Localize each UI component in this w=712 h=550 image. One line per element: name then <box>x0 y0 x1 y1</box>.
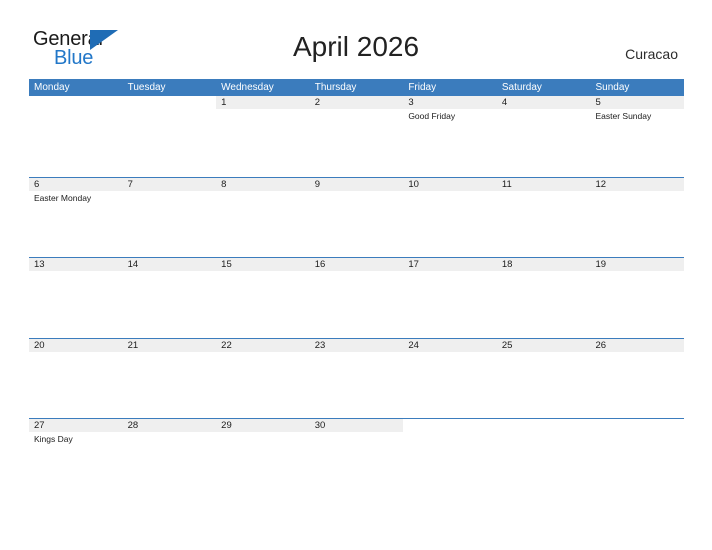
calendar-day-cell[interactable]: 9 <box>309 177 404 258</box>
country-label: Curacao <box>625 46 678 62</box>
calendar-day-cell[interactable]: 18 <box>496 258 591 338</box>
holiday-label: Easter Sunday <box>595 111 652 121</box>
day-number: 29 <box>221 420 232 432</box>
day-number: 21 <box>127 339 139 351</box>
day-number: 18 <box>501 259 513 271</box>
day-number: 1 <box>221 97 227 108</box>
day-number: 9 <box>314 178 321 190</box>
day-number: 2 <box>314 97 321 108</box>
calendar-day-cell[interactable]: 8 <box>216 177 310 258</box>
calendar-day-cell[interactable]: 15 <box>216 258 310 338</box>
calendar-day-cell[interactable]: 16 <box>309 258 404 338</box>
calendar-day-cell[interactable]: 21 <box>122 338 217 419</box>
weekday-header-row: Monday Tuesday Wednesday Thursday Friday… <box>29 79 684 96</box>
calendar-week-row: 13 14 15 16 17 18 19 <box>29 257 685 338</box>
calendar-week-row: 20 21 22 23 24 25 26 <box>29 337 685 419</box>
calendar-day-cell-empty <box>29 96 123 177</box>
calendar-day-cell[interactable]: 2 <box>309 96 404 177</box>
calendar-day-cell[interactable]: 23 <box>309 338 404 419</box>
day-number: 19 <box>595 259 607 271</box>
calendar-day-cell-empty <box>590 419 685 499</box>
day-number: 4 <box>501 97 508 108</box>
calendar-week-row: 6 Easter Monday 7 8 9 10 11 12 <box>29 176 685 258</box>
day-number: 13 <box>34 259 45 271</box>
day-number: 26 <box>595 339 607 351</box>
weekday-header-wednesday: Wednesday <box>221 82 274 93</box>
day-number: 27 <box>34 420 45 432</box>
calendar-day-cell[interactable]: 26 <box>590 338 685 419</box>
page-title: April 2026 <box>292 31 420 62</box>
day-number: 3 <box>408 97 414 108</box>
calendar-day-cell[interactable]: 25 <box>496 338 591 419</box>
weekday-header-tuesday: Tuesday <box>127 82 166 93</box>
day-number: 23 <box>314 339 326 351</box>
calendar-day-cell[interactable]: 14 <box>122 258 217 338</box>
calendar-day-cell[interactable]: 17 <box>403 258 497 338</box>
day-number: 6 <box>34 178 40 190</box>
calendar-day-cell[interactable]: 20 <box>29 338 123 419</box>
calendar-week-row: 27 Kings Day 28 29 30 <box>29 418 685 499</box>
calendar-day-cell[interactable]: 22 <box>216 338 310 419</box>
calendar-day-cell[interactable]: 29 <box>216 419 310 499</box>
day-number: 11 <box>501 178 512 190</box>
holiday-label: Good Friday <box>408 111 456 121</box>
calendar-day-cell[interactable]: 11 <box>496 177 591 258</box>
day-number: 30 <box>314 420 326 432</box>
calendar-day-cell[interactable]: 24 <box>403 338 497 419</box>
calendar-day-cell[interactable]: 7 <box>122 177 217 258</box>
calendar-week-row: 1 2 3 Good Friday 4 5 Easter Sunday <box>29 96 685 177</box>
calendar-day-cell[interactable]: 30 <box>309 419 404 499</box>
day-number: 25 <box>501 339 513 351</box>
day-number: 10 <box>408 178 419 190</box>
calendar-day-cell[interactable]: 4 <box>496 96 591 177</box>
weekday-header-saturday: Saturday <box>501 82 542 93</box>
calendar-day-cell-empty <box>122 96 217 177</box>
weekday-header-thursday: Thursday <box>314 82 357 93</box>
day-number: 7 <box>127 178 133 190</box>
day-number: 20 <box>34 339 45 351</box>
day-number: 8 <box>221 178 227 190</box>
calendar-day-cell[interactable]: 5 Easter Sunday <box>590 96 685 177</box>
calendar-day-cell[interactable]: 13 <box>29 258 123 338</box>
calendar-weeks: 1 2 3 Good Friday 4 5 Easter Sunday 6 Easter Mon… <box>29 96 685 499</box>
calendar-day-cell-empty <box>496 419 591 499</box>
calendar-day-cell[interactable]: 1 <box>216 96 310 177</box>
calendar-grid: Monday Tuesday Wednesday Thursday Friday… <box>29 79 685 499</box>
calendar-day-cell[interactable]: 6 Easter Monday <box>29 177 123 258</box>
holiday-label: Easter Monday <box>34 192 92 203</box>
calendar-day-cell-empty <box>403 419 497 499</box>
calendar-day-cell[interactable]: 28 <box>122 419 217 499</box>
weekday-header-monday: Monday <box>34 82 70 93</box>
day-number: 5 <box>595 97 601 108</box>
calendar-day-cell[interactable]: 3 Good Friday <box>403 96 497 177</box>
day-number: 24 <box>408 339 419 351</box>
page-header: General Blue April 2026 Curacao <box>0 0 712 78</box>
calendar-page: General Blue April 2026 Curacao Monday T… <box>0 0 712 550</box>
calendar-day-cell[interactable]: 12 <box>590 177 685 258</box>
calendar-day-cell[interactable]: 27 Kings Day <box>29 419 123 499</box>
day-number: 22 <box>221 339 232 351</box>
holiday-label: Kings Day <box>34 434 73 445</box>
day-number: 17 <box>408 259 419 271</box>
weekday-header-sunday: Sunday <box>595 82 630 93</box>
day-number: 15 <box>221 259 232 271</box>
day-number: 16 <box>314 259 326 271</box>
calendar-day-cell[interactable]: 19 <box>590 258 685 338</box>
weekday-header-friday: Friday <box>408 82 437 93</box>
day-number: 28 <box>127 420 139 432</box>
day-number: 14 <box>127 259 139 271</box>
day-number: 12 <box>595 178 607 190</box>
calendar-day-cell[interactable]: 10 <box>403 177 497 258</box>
